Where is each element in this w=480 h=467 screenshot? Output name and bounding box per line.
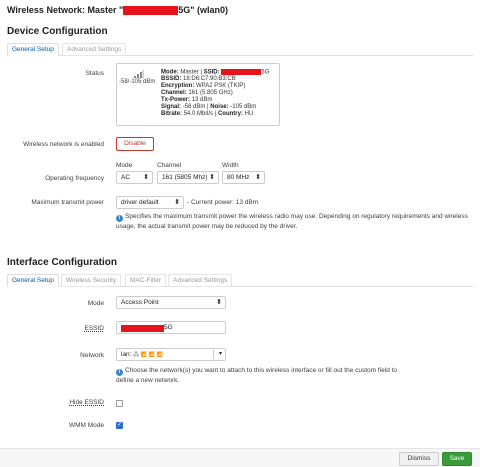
status-label: Status <box>85 70 104 77</box>
mode-select[interactable]: AC <box>116 171 153 184</box>
wifi-icon: 📶 <box>140 352 147 358</box>
iface-mode-select[interactable]: Access Point <box>116 296 226 309</box>
width-col-label: Width <box>222 162 239 169</box>
wireless-enabled-label: Wireless network is enabled <box>23 141 104 148</box>
title-suffix: 5G" (wlan0) <box>178 5 229 15</box>
save-button[interactable]: Save <box>442 452 472 466</box>
channel-select[interactable]: 161 (5805 Mhz) <box>157 171 219 184</box>
width-select[interactable]: 80 MHz <box>222 171 265 184</box>
wmm-mode-checkbox[interactable] <box>116 421 123 429</box>
channel-col-label: Channel <box>157 162 182 169</box>
redacted-ssid <box>123 6 179 16</box>
disable-button[interactable]: Disable <box>116 137 154 151</box>
tab-wireless-security[interactable]: Wireless Security <box>61 274 122 287</box>
ethernet-icon: 🖧 <box>133 352 139 358</box>
device-configuration-heading: Device Configuration <box>7 26 108 37</box>
network-label: Network <box>80 352 104 359</box>
wifi-icon: 📶 <box>156 352 164 358</box>
tab-iface-advanced-settings[interactable]: Advanced Settings <box>168 274 233 287</box>
status-channel: Channel: 161 (5.805 GHz) <box>161 90 233 96</box>
signal-text: -58/-105 dBm <box>119 79 156 85</box>
hide-essid-checkbox[interactable] <box>116 400 123 407</box>
tab-general-setup[interactable]: General Setup <box>7 43 59 56</box>
chevron-down-icon: ▾ <box>218 351 222 357</box>
interface-tabs: General Setup Wireless Security MAC-Filt… <box>7 274 473 287</box>
tab-iface-general-setup[interactable]: General Setup <box>7 274 59 287</box>
redacted-essid <box>121 324 164 332</box>
status-encryption: Encryption: WPA2 PSK (TKIP) <box>161 83 246 89</box>
txpower-select[interactable]: driver default <box>116 196 184 209</box>
tab-advanced-settings[interactable]: Advanced Settings <box>62 43 127 56</box>
wifi-icon: 📶 <box>148 352 155 358</box>
signal-icon <box>134 70 144 78</box>
max-transmit-power-label: Maximum transmit power <box>31 199 104 206</box>
status-bitrate-country: Bitrate: 54.0 Mbit/s | Country: HU <box>161 111 254 117</box>
interface-configuration-heading: Interface Configuration <box>7 257 118 268</box>
current-power-text: - Current power: 13 dBm <box>187 199 259 206</box>
device-tabs: General Setup Advanced Settings <box>7 43 473 56</box>
tab-mac-filter[interactable]: MAC-Filter <box>125 274 167 287</box>
dismiss-button[interactable]: Dismiss <box>399 452 439 466</box>
info-icon: i <box>116 215 123 222</box>
title-prefix: Wireless Network: Master " <box>7 5 124 15</box>
redacted-ssid <box>221 69 262 75</box>
status-box: -58/-105 dBm Mode: Master | SSID: 5G BSS… <box>116 63 280 126</box>
essid-input[interactable]: 5G <box>116 321 226 334</box>
status-txpower: Tx-Power: 13 dBm <box>161 97 213 103</box>
hide-essid-label: Hide ESSID <box>69 399 104 406</box>
status-bssid: BSSID: 18:D6:C7:90:B3:CB <box>161 76 236 82</box>
network-note: i Choose the network(s) you want to attac… <box>116 367 398 384</box>
page-title: Wireless Network: Master " 5G" (wlan0) <box>7 5 229 16</box>
txpower-note: i Specifies the maximum transmit power th… <box>116 213 468 230</box>
info-icon: i <box>116 369 123 376</box>
network-dropdown[interactable]: lan: 🖧 📶 📶 📶 ▾ <box>116 348 226 361</box>
wmm-mode-label: WMM Mode <box>68 422 104 429</box>
status-signal-noise: Signal: -58 dBm | Noise: -105 dBm <box>161 104 257 110</box>
mode-col-label: Mode <box>116 162 133 169</box>
essid-label: ESSID <box>84 325 104 332</box>
operating-frequency-label: Operating frequency <box>45 175 104 182</box>
divider <box>213 350 214 359</box>
iface-mode-label: Mode <box>87 300 104 307</box>
